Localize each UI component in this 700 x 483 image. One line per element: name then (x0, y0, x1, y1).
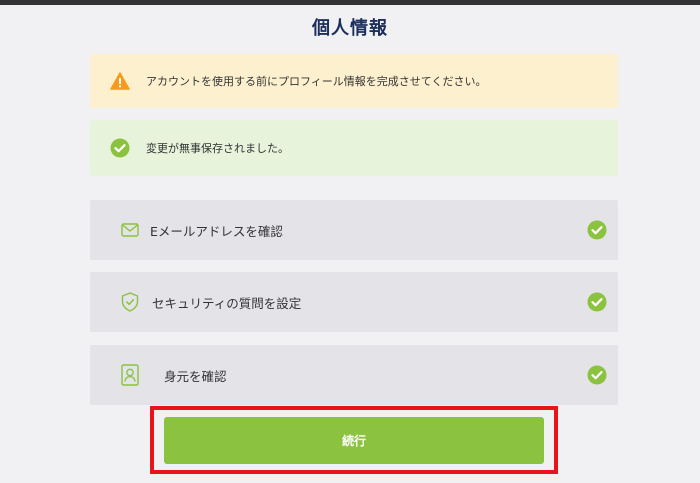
check-circle-icon (587, 365, 607, 385)
check-circle-icon (587, 220, 607, 240)
page-title: 個人情報 (312, 18, 388, 39)
step-label: セキュリティの質問を設定 (152, 295, 302, 311)
mail-icon (120, 220, 140, 240)
step-verify-email[interactable]: Eメールアドレスを確認 (90, 200, 618, 260)
shield-check-icon (120, 292, 140, 312)
step-security-questions[interactable]: セキュリティの質問を設定 (90, 272, 618, 332)
save-success-message: 変更が無事保存されました。 (90, 120, 618, 176)
success-text: 変更が無事保存されました。 (146, 142, 289, 155)
check-circle-icon (110, 138, 130, 158)
top-bar (0, 0, 700, 5)
step-label: Eメールアドレスを確認 (150, 223, 283, 239)
id-card-icon (120, 364, 140, 386)
step-verify-identity[interactable]: 身元を確認 (90, 345, 618, 405)
check-circle-icon (587, 292, 607, 312)
warning-icon (110, 71, 130, 91)
step-label: 身元を確認 (164, 368, 227, 384)
profile-incomplete-warning: アカウントを使用する前にプロフィール情報を完成させてください。 (90, 54, 618, 108)
continue-button[interactable]: 続行 (164, 417, 544, 464)
warning-text: アカウントを使用する前にプロフィール情報を完成させてください。 (146, 75, 487, 88)
